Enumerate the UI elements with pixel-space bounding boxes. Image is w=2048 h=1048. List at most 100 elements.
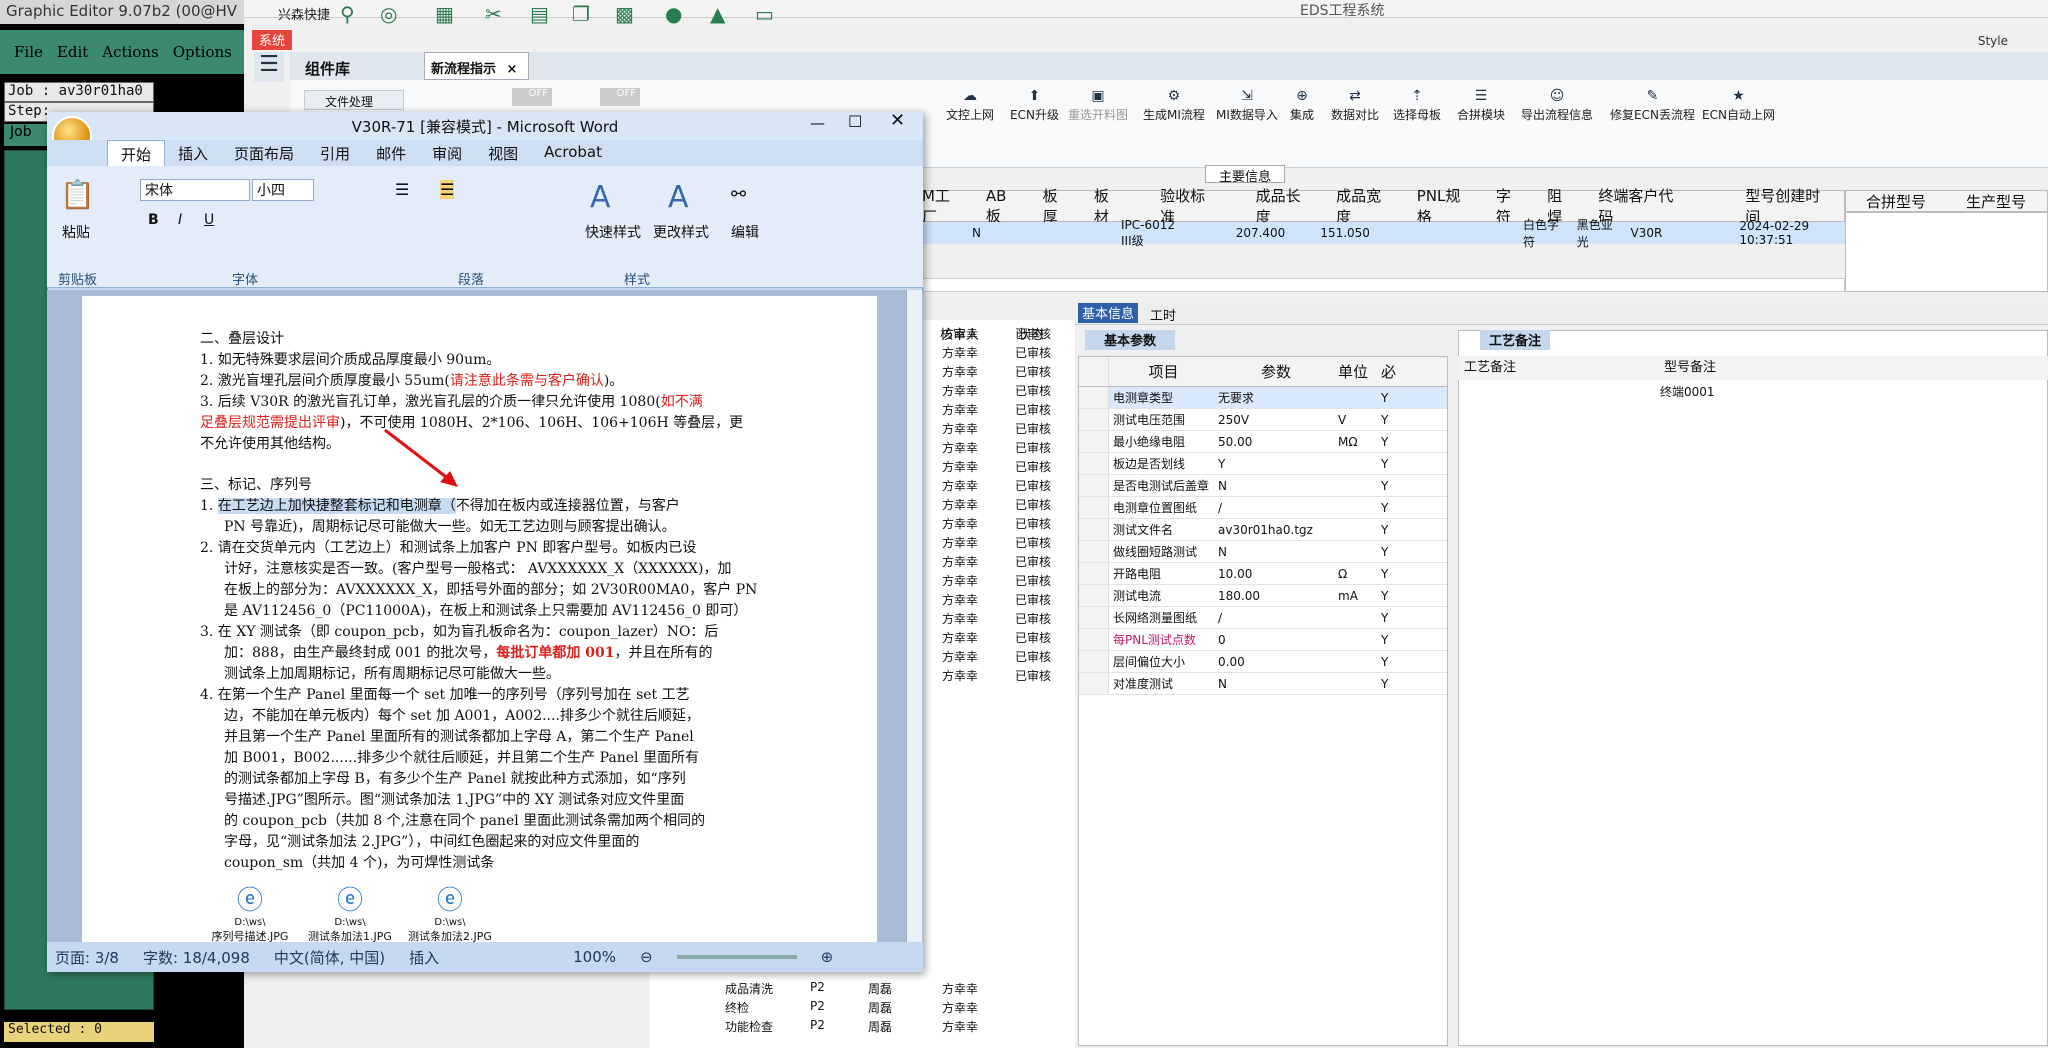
scissors-icon[interactable]: ✂ xyxy=(485,2,502,26)
search-icon[interactable]: ⚲ xyxy=(340,2,355,26)
change-style-icon[interactable]: A xyxy=(668,180,689,215)
close-icon[interactable]: ✕ xyxy=(890,110,905,131)
copy-icon[interactable]: ❐ xyxy=(572,2,590,26)
zoom-out-icon[interactable]: ⊖ xyxy=(640,948,653,966)
col-pnl[interactable]: PNL规格 xyxy=(1406,185,1485,227)
col-length[interactable]: 成品长度 xyxy=(1245,185,1326,227)
table-row[interactable]: 做线圈短路测试 N Y xyxy=(1079,541,1447,563)
table-row[interactable]: 测试电压范围 250V V Y xyxy=(1079,409,1447,431)
table-icon[interactable]: ▦ xyxy=(435,2,454,26)
col-unit[interactable]: 单位 xyxy=(1334,361,1379,382)
bullets-icon[interactable]: ☰ xyxy=(395,180,409,199)
quick-style-button[interactable]: 快速样式 xyxy=(585,222,641,242)
tab-new-flow[interactable]: 新流程指示 × xyxy=(424,52,529,80)
table-row[interactable]: 测试电流 180.00 mA Y xyxy=(1079,585,1447,607)
menu-actions[interactable]: Actions xyxy=(102,43,158,61)
tab-view[interactable]: 视图 xyxy=(475,140,531,166)
table-row[interactable]: 对准度测试 N Y xyxy=(1079,673,1447,695)
film-icon[interactable]: ▤ xyxy=(530,2,549,26)
numbering-icon[interactable]: ☰ xyxy=(440,180,455,199)
embedded-file-1[interactable]: ⓔ D:\ws\ 序列号描述.JPG xyxy=(210,880,290,944)
tab-acrobat[interactable]: Acrobat xyxy=(531,140,615,166)
tab-references[interactable]: 引用 xyxy=(307,140,363,166)
binoculars-icon[interactable]: ⚯ xyxy=(731,184,746,205)
ribbon-button-reselect[interactable]: ▣ 重选开料图 xyxy=(1068,88,1128,123)
table-row[interactable]: 是否电测试后盖章 N Y xyxy=(1079,475,1447,497)
menu-options[interactable]: Options xyxy=(173,43,232,61)
ribbon-button-gen-mi[interactable]: ⚙ 生成MI流程 xyxy=(1143,88,1205,123)
tab-review[interactable]: 审阅 xyxy=(419,140,475,166)
table-row[interactable]: 电测章类型 无要求 Y xyxy=(1079,387,1447,409)
maximize-icon[interactable]: ☐ xyxy=(848,112,862,131)
process-notes-tab[interactable]: 工艺备注 xyxy=(1480,330,1550,350)
table-row[interactable]: 开路电阻 10.00 Ω Y xyxy=(1079,563,1447,585)
zoom-in-icon[interactable]: ⊕ xyxy=(821,948,834,966)
col-merge-model[interactable]: 合拼型号 xyxy=(1866,191,1926,211)
close-icon[interactable]: × xyxy=(507,62,518,77)
menu-file[interactable]: File xyxy=(14,43,43,61)
tree-status: 已审核 xyxy=(1015,555,1052,569)
change-style-button[interactable]: 更改样式 xyxy=(653,222,709,242)
ribbon-button-mi-import[interactable]: ⇲ MI数据导入 xyxy=(1216,88,1278,123)
table-row[interactable]: 层间偏位大小 0.00 Y xyxy=(1079,651,1447,673)
left-file-item[interactable]: 文件处理 xyxy=(304,90,404,110)
font-size-select[interactable]: 小四 xyxy=(252,179,314,201)
ribbon-button-integrate[interactable]: ⊕ 集成 xyxy=(1290,88,1314,123)
ribbon-button-export-flow[interactable]: ☺ 导出流程信息 xyxy=(1521,88,1593,123)
word-count[interactable]: 字数: 18/4,098 xyxy=(143,947,250,968)
table-row[interactable]: 每PNL测试点数 0 Y xyxy=(1079,629,1447,651)
table-row[interactable]: 最小绝缘电阻 50.00 MΩ Y xyxy=(1079,431,1447,453)
ribbon-button-select-mother[interactable]: ⇡ 选择母板 xyxy=(1393,88,1441,123)
page-count[interactable]: 页面: 3/8 xyxy=(55,947,119,968)
system-tab[interactable]: 系统 xyxy=(252,30,292,50)
zoom-level[interactable]: 100% xyxy=(573,948,616,966)
tab-work-hours[interactable]: 工时 xyxy=(1150,305,1176,324)
edit-button[interactable]: 编辑 xyxy=(731,222,759,242)
col-param[interactable]: 参数 xyxy=(1214,361,1334,382)
tab-component-library[interactable]: 组件库 xyxy=(305,58,350,79)
star-icon: ★ xyxy=(1732,88,1745,104)
grid-icon[interactable]: ▩ xyxy=(615,2,634,26)
table-row[interactable]: 测试文件名 av30r01ha0.tgz Y xyxy=(1079,519,1447,541)
font-name-select[interactable]: 宋体 xyxy=(140,179,250,201)
underline-icon[interactable]: U xyxy=(204,212,214,228)
toggle-off-1[interactable]: OFF xyxy=(512,88,552,106)
ribbon-button-merge[interactable]: ☰ 合拼模块 xyxy=(1457,88,1505,123)
ribbon-button-ecn-auto[interactable]: ★ ECN自动上网 xyxy=(1702,88,1775,123)
insert-mode[interactable]: 插入 xyxy=(409,947,439,968)
tree-status: 已审核 xyxy=(1015,460,1052,474)
ribbon-button-repair-ecn[interactable]: ✎ 修复ECN丢流程 xyxy=(1610,88,1695,123)
paste-icon[interactable]: 📋 xyxy=(60,178,95,211)
tab-basic-info[interactable]: 基本信息 xyxy=(1078,303,1138,323)
col-item[interactable]: 项目 xyxy=(1109,361,1214,382)
tab-mailings[interactable]: 邮件 xyxy=(363,140,419,166)
hamburger-menu-icon[interactable]: ☰ xyxy=(254,52,284,82)
tab-home[interactable]: 开始 xyxy=(107,140,166,166)
italic-icon[interactable]: I xyxy=(178,212,182,228)
embedded-file-3[interactable]: ⓔ D:\ws\ 测试条加法2.JPG xyxy=(408,880,492,944)
minimize-icon[interactable]: — xyxy=(810,114,825,132)
embedded-file-2[interactable]: ⓔ D:\ws\ 测试条加法1.JPG xyxy=(308,880,392,944)
vertical-scrollbar[interactable] xyxy=(906,290,922,942)
col-production-model[interactable]: 生产型号 xyxy=(1966,191,2026,211)
tab-layout[interactable]: 页面布局 xyxy=(221,140,307,166)
lifebuoy-icon[interactable]: ◎ xyxy=(380,2,397,26)
col-width[interactable]: 成品宽度 xyxy=(1325,185,1406,227)
tab-insert[interactable]: 插入 xyxy=(165,140,221,166)
paste-button[interactable]: 粘贴 xyxy=(62,222,90,242)
style-label[interactable]: Style xyxy=(1978,34,2008,48)
table-row[interactable]: 长网络测量图纸 / Y xyxy=(1079,607,1447,629)
col-required[interactable]: 必 xyxy=(1379,361,1399,382)
bold-icon[interactable]: B xyxy=(148,212,159,228)
model-note-value[interactable]: 终端0001 xyxy=(1660,383,1715,400)
language[interactable]: 中文(简体, 中国) xyxy=(274,947,385,968)
table-row[interactable]: 板边是否划线 Y Y xyxy=(1079,453,1447,475)
menu-edit[interactable]: Edit xyxy=(57,43,88,61)
toggle-off-2[interactable]: OFF xyxy=(600,88,640,106)
ribbon-button-compare[interactable]: ⇄ 数据对比 xyxy=(1331,88,1379,123)
zoom-slider[interactable] xyxy=(676,955,797,959)
compare-icon: ⇄ xyxy=(1349,88,1361,104)
quick-style-icon[interactable]: A xyxy=(590,180,611,215)
table-row[interactable]: 电测章位置图纸 / Y xyxy=(1079,497,1447,519)
basic-params-tab[interactable]: 基本参数 xyxy=(1085,330,1175,350)
